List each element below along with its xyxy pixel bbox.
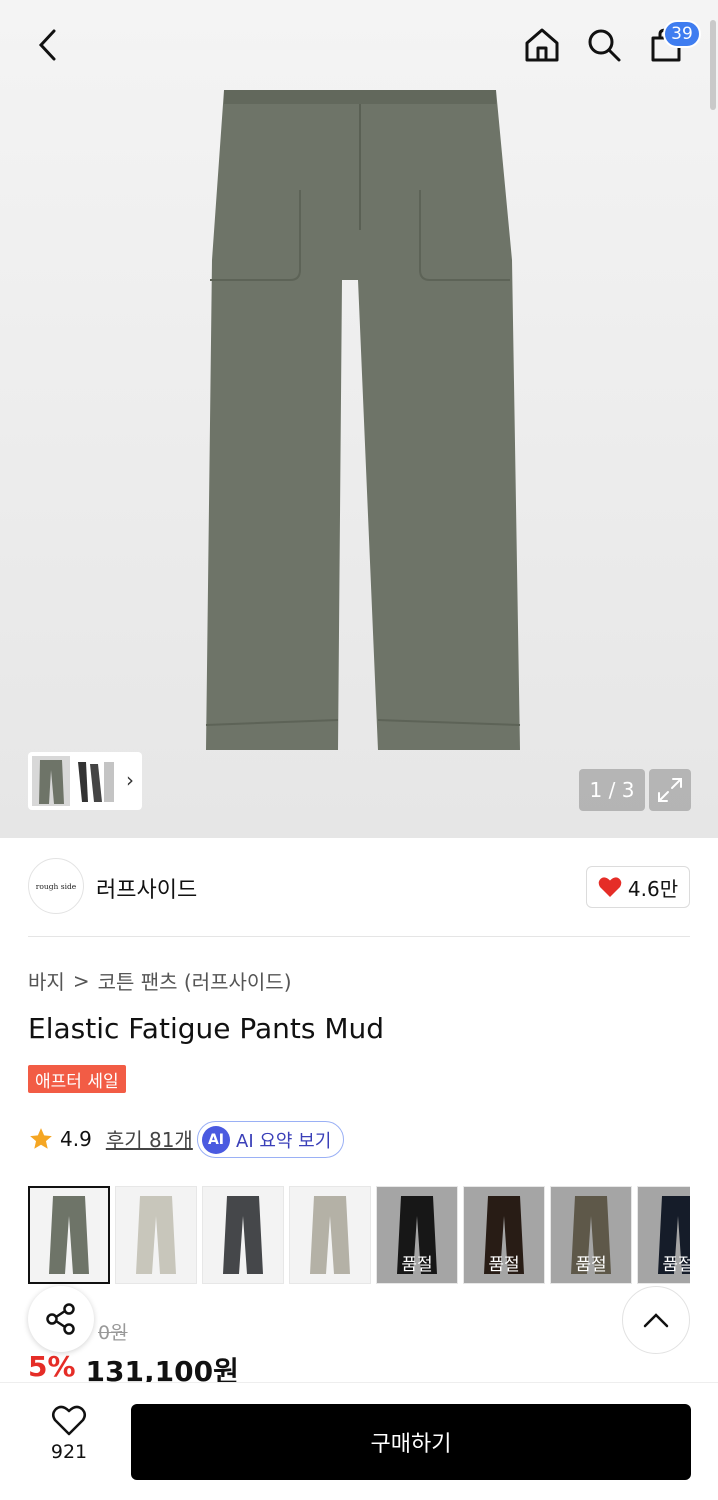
divider (28, 936, 690, 937)
ai-summary-label: AI 요약 보기 (236, 1130, 332, 1152)
color-options: 품절 품절 품절 품절 (28, 1186, 690, 1286)
soldout-label: 품절 (551, 1187, 631, 1283)
search-button[interactable] (582, 22, 626, 68)
breadcrumb-separator: > (72, 968, 90, 993)
breadcrumb: 바지 > 코튼 팬츠 (러프사이드) (28, 966, 292, 995)
home-button[interactable] (520, 22, 564, 68)
chevron-up-icon (643, 1313, 669, 1328)
swatch-pants-image (136, 1196, 176, 1274)
expand-icon (658, 778, 682, 802)
buy-button[interactable]: 구매하기 (131, 1404, 691, 1480)
bottom-purchase-bar: 921 구매하기 (0, 1382, 718, 1500)
product-image-gallery[interactable]: 39 › 1 / 3 (0, 0, 718, 838)
wishlist-count: 921 (50, 1441, 88, 1463)
expand-button[interactable] (649, 769, 691, 811)
color-swatch[interactable] (28, 1186, 110, 1284)
soldout-label: 품절 (464, 1187, 544, 1283)
chevron-right-icon: › (126, 768, 134, 792)
share-icon (46, 1303, 75, 1335)
swatch-pants-image (223, 1196, 263, 1274)
share-button[interactable] (28, 1286, 94, 1352)
search-icon (588, 29, 621, 62)
ai-badge-icon: AI (202, 1125, 230, 1154)
brand-name[interactable]: 러프사이드 (96, 872, 197, 904)
rating-row: 4.9 후기 81개 (28, 1124, 193, 1153)
brand-like-count: 4.6만 (627, 876, 679, 901)
soldout-label: 품절 (638, 1187, 690, 1283)
cart-count-badge: 39 (663, 20, 701, 48)
scrollbar[interactable] (710, 20, 716, 110)
brand-logo-text: rough side (35, 881, 77, 891)
scroll-top-button[interactable] (622, 1286, 690, 1354)
color-swatch[interactable] (115, 1186, 197, 1284)
gallery-page-counter: 1 / 3 (579, 769, 645, 811)
ai-summary-button[interactable]: AI AI 요약 보기 (197, 1121, 345, 1158)
soldout-label: 품절 (377, 1187, 457, 1283)
color-swatch[interactable]: 품절 (376, 1186, 458, 1284)
swatch-pants-image (49, 1196, 89, 1274)
product-main-image (205, 90, 521, 750)
back-button[interactable] (26, 22, 70, 68)
sale-badge: 애프터 세일 (28, 1065, 126, 1093)
breadcrumb-category[interactable]: 바지 (28, 966, 65, 995)
brand-logo[interactable]: rough side (28, 858, 84, 914)
color-swatch[interactable] (289, 1186, 371, 1284)
heart-outline-icon (52, 1405, 86, 1436)
swatch-pants-image (310, 1196, 350, 1274)
color-swatch[interactable]: 품절 (463, 1186, 545, 1284)
heart-filled-icon (598, 877, 622, 897)
home-icon (525, 28, 559, 62)
breadcrumb-subcategory[interactable]: 코튼 팬츠 (러프사이드) (98, 966, 292, 995)
original-price: 0원 (98, 1322, 128, 1344)
brand-like-button[interactable]: 4.6만 (586, 866, 690, 908)
gallery-thumbnail (32, 756, 114, 806)
color-swatch[interactable]: 품절 (550, 1186, 632, 1284)
chevron-left-icon (38, 29, 56, 61)
star-icon (30, 1127, 52, 1149)
rating-value: 4.9 (60, 1126, 92, 1151)
reviews-link[interactable]: 후기 81개 (106, 1124, 193, 1153)
wishlist-button[interactable]: 921 (36, 1405, 102, 1463)
product-title: Elastic Fatigue Pants Mud (28, 1012, 385, 1045)
color-swatch[interactable] (202, 1186, 284, 1284)
color-swatch[interactable]: 품절 (637, 1186, 690, 1284)
top-navigation-bar: 39 (0, 0, 718, 92)
gallery-thumbnail-strip[interactable]: › (28, 752, 142, 810)
